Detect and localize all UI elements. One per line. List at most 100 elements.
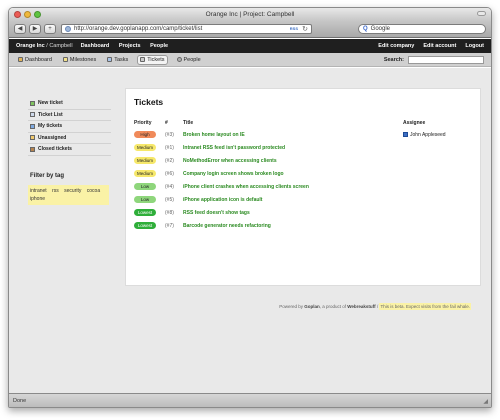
- ticket-title-link[interactable]: NoMethodError when accessing clients: [183, 154, 403, 167]
- priority-cell: Medium: [134, 154, 165, 167]
- priority-badge: Medium: [134, 144, 156, 151]
- tab-milestones[interactable]: Milestones: [61, 56, 98, 64]
- reload-icon[interactable]: ↻: [302, 25, 308, 33]
- company-name[interactable]: Orange Inc: [16, 43, 45, 49]
- sidebar-item-unassigned[interactable]: Unassigned: [28, 133, 111, 144]
- tab-people[interactable]: People: [175, 56, 203, 64]
- search-input[interactable]: [408, 56, 484, 64]
- priority-badge: Lowest: [134, 222, 156, 229]
- project-name[interactable]: Campbell: [49, 43, 72, 49]
- ticket-title-link[interactable]: RSS feed doesn't show tags: [183, 206, 403, 219]
- table-row[interactable]: Medium (#6) Company login screen shows bro…: [134, 167, 476, 180]
- sidebar-item-closed-tickets[interactable]: Closed tickets: [28, 144, 111, 156]
- ticket-title-link[interactable]: iPhone client crashes when accessing cli…: [183, 180, 403, 193]
- milestone-icon: [62, 57, 68, 62]
- assignee-cell: [403, 167, 476, 180]
- title-bar: Orange Inc | Project: Campbell: [9, 8, 491, 21]
- tab-tickets[interactable]: Tickets: [137, 54, 168, 65]
- sidebar: New ticket Ticket List My tickets Unassi…: [28, 98, 111, 205]
- priority-cell: High: [134, 128, 165, 141]
- rss-icon[interactable]: RSS: [290, 26, 298, 31]
- tag-intranet[interactable]: intranet: [30, 188, 47, 194]
- goplan-link[interactable]: Goplan: [304, 304, 320, 309]
- tag-rss[interactable]: rss: [52, 188, 59, 194]
- priority-badge: High: [134, 131, 156, 138]
- table-row[interactable]: Low (#4) iPhone client crashes when access…: [134, 180, 476, 193]
- resize-handle-icon[interactable]: ◢: [483, 398, 488, 405]
- ticket-title-link[interactable]: iPhone application icon is default: [183, 193, 403, 206]
- ticket-number: (#2): [165, 157, 174, 164]
- window-title: Orange Inc | Project: Campbell: [205, 11, 295, 18]
- tag-cloud: intranet rss security cocoa iphone: [28, 184, 109, 205]
- ticket-title-link[interactable]: Company login screen shows broken logo: [183, 167, 403, 180]
- assignee-cell: John Appleseed: [403, 128, 476, 141]
- tab-tasks[interactable]: Tasks: [105, 56, 130, 64]
- sidebar-item-my-tickets[interactable]: My tickets: [28, 121, 111, 133]
- ticket-title-link[interactable]: Intranet RSS feed isn't password protect…: [183, 141, 403, 154]
- ticket-title-link[interactable]: Barcode generator needs refactoring: [183, 219, 403, 232]
- ticket-number: (#1): [165, 144, 174, 151]
- content-area: New ticket Ticket List My tickets Unassi…: [9, 68, 491, 394]
- sidebar-item-ticket-list[interactable]: Ticket List: [28, 110, 111, 121]
- new-ticket-icon: [30, 100, 35, 106]
- webreakstuff-link[interactable]: Webreakstuff: [347, 304, 375, 309]
- tag-security[interactable]: security: [64, 188, 81, 194]
- table-header: Priority # Title Assignee: [134, 117, 476, 128]
- table-row[interactable]: Medium (#2) NoMethodError when accessing c…: [134, 154, 476, 167]
- column-title[interactable]: Title: [183, 117, 403, 128]
- priority-badge: Low: [134, 196, 156, 203]
- back-button[interactable]: ◀: [14, 24, 26, 34]
- priority-cell: Medium: [134, 141, 165, 154]
- add-bookmark-button[interactable]: +: [44, 24, 56, 34]
- nav-dashboard[interactable]: Dashboard: [81, 43, 110, 49]
- column-priority[interactable]: Priority: [134, 117, 165, 128]
- project-tabs: Dashboard Milestones Tasks Tickets Peopl…: [9, 53, 491, 67]
- filter-by-tag-title: Filter by tag: [30, 172, 65, 179]
- assignee-cell: [403, 154, 476, 167]
- url-text: http://orange.dev.goplanapp.com/camp/tic…: [74, 26, 203, 32]
- ticket-title-link[interactable]: Broken home layout on IE: [183, 128, 403, 141]
- tag-cocoa[interactable]: cocoa: [87, 188, 100, 194]
- column-number[interactable]: #: [165, 117, 183, 128]
- app-header: Orange Inc / Campbell Dashboard Projects…: [9, 39, 491, 53]
- ticket-number: (#7): [165, 222, 174, 229]
- table-row[interactable]: Lowest (#7) Barcode generator needs refact…: [134, 219, 476, 232]
- table-row[interactable]: Medium (#1) Intranet RSS feed isn't passwo…: [134, 141, 476, 154]
- forward-button[interactable]: ▶: [29, 24, 41, 34]
- tickets-icon: [140, 57, 146, 62]
- assignee-cell: [403, 180, 476, 193]
- logout-link[interactable]: Logout: [465, 43, 484, 49]
- priority-badge: Lowest: [134, 209, 156, 216]
- edit-company-link[interactable]: Edit company: [378, 43, 414, 49]
- browser-toolbar: ◀ ▶ + http://orange.dev.goplanapp.com/ca…: [9, 21, 491, 38]
- toolbar-toggle-button[interactable]: [477, 11, 486, 16]
- assignee-cell: [403, 141, 476, 154]
- table-row[interactable]: Low (#5) iPhone application icon is defaul…: [134, 193, 476, 206]
- assignee[interactable]: John Appleseed: [403, 132, 476, 138]
- tickets-panel: Tickets Priority # Title Assignee High (#…: [125, 88, 481, 286]
- table-row[interactable]: High (#3) Broken home layout on IE John App…: [134, 128, 476, 141]
- ticket-number: (#3): [165, 131, 174, 138]
- nav-people[interactable]: People: [150, 43, 168, 49]
- priority-cell: Lowest: [134, 219, 165, 232]
- sidebar-item-new-ticket[interactable]: New ticket: [28, 98, 111, 110]
- tab-dashboard[interactable]: Dashboard: [16, 56, 54, 64]
- tag-iphone[interactable]: iphone: [30, 196, 45, 202]
- tickets-table: Priority # Title Assignee High (#3) Broken…: [134, 117, 476, 232]
- address-bar[interactable]: http://orange.dev.goplanapp.com/camp/tic…: [61, 24, 312, 34]
- ticket-number: (#4): [165, 183, 174, 190]
- page-footer: Powered by Goplan, a product of Webreaks…: [279, 303, 471, 310]
- people-icon: [176, 57, 182, 62]
- beta-notice: This is beta. Expect visits from the fai…: [379, 303, 471, 310]
- nav-projects[interactable]: Projects: [119, 43, 141, 49]
- edit-account-link[interactable]: Edit account: [423, 43, 456, 49]
- status-text: Done: [13, 397, 27, 404]
- web-search-placeholder: Google: [370, 26, 391, 32]
- table-row[interactable]: Lowest (#8) RSS feed doesn't show tags: [134, 206, 476, 219]
- browser-window: Orange Inc | Project: Campbell ◀ ▶ + htt…: [8, 7, 492, 408]
- main-nav: Dashboard Projects People: [81, 43, 177, 49]
- column-assignee[interactable]: Assignee: [403, 117, 476, 128]
- ticket-list-icon: [30, 112, 35, 118]
- priority-cell: Lowest: [134, 206, 165, 219]
- web-search-field[interactable]: Q Google: [358, 24, 486, 34]
